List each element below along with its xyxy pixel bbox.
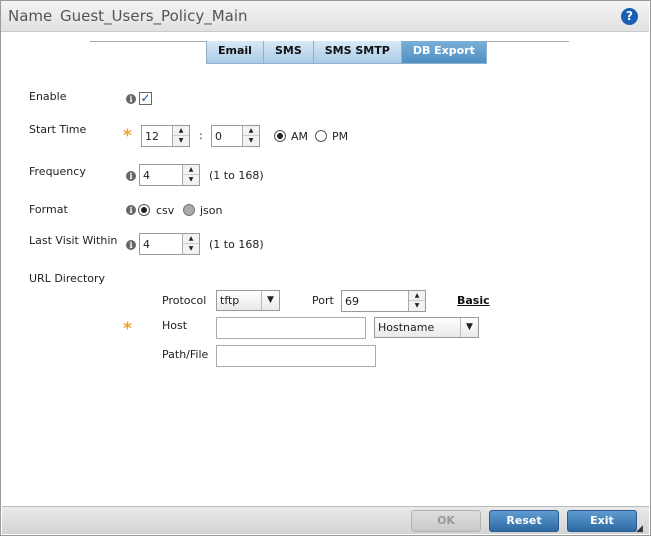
spinner-down-icon[interactable]: ▼ [409,301,425,311]
spinner-arrows: ▲ ▼ [182,165,199,185]
spinner-arrows: ▲ ▼ [242,126,259,146]
spinner-up-icon[interactable]: ▲ [243,126,259,136]
last-visit-label: Last Visit Within [29,234,118,247]
port-label: Port [312,294,334,307]
json-label: json [200,204,223,217]
tab-sms[interactable]: SMS [262,41,314,64]
path-file-input[interactable] [216,345,376,367]
policy-name-label: Name [8,7,53,25]
last-visit-range: (1 to 168) [209,238,264,251]
frequency-spinner[interactable]: 4 ▲ ▼ [139,164,200,186]
dialog-frame [0,0,651,536]
reset-button[interactable]: Reset [489,510,559,532]
required-star-icon: * [123,319,132,339]
spinner-down-icon[interactable]: ▼ [183,244,199,254]
spinner-up-icon[interactable]: ▲ [183,234,199,244]
csv-label: csv [156,204,175,217]
basic-link[interactable]: Basic [457,294,490,307]
start-time-label: Start Time [29,123,87,136]
frequency-range: (1 to 168) [209,169,264,182]
start-minute-spinner[interactable]: 0 ▲ ▼ [211,125,260,147]
spinner-up-icon[interactable]: ▲ [173,126,189,136]
format-label: Format [29,203,68,216]
spinner-arrows: ▲ ▼ [182,234,199,254]
port-spinner[interactable]: 69 ▲ ▼ [341,290,426,312]
path-file-label: Path/File [162,348,209,361]
protocol-label: Protocol [162,294,207,307]
policy-name-value: Guest_Users_Policy_Main [60,7,248,25]
protocol-value: tftp [220,294,240,307]
info-icon: i [126,240,136,250]
title-bar: Name Guest_Users_Policy_Main ? [1,1,649,32]
json-radio[interactable] [183,204,195,216]
spinner-down-icon[interactable]: ▼ [173,136,189,146]
frequency-value: 4 [143,169,150,182]
protocol-select[interactable]: tftp ▼ [216,290,280,311]
start-minute-value: 0 [215,130,222,143]
info-icon: i [126,94,136,104]
enable-checkbox[interactable]: ✓ [139,92,152,105]
host-type-value: Hostname [378,321,435,334]
csv-radio[interactable] [138,204,150,216]
host-type-select[interactable]: Hostname ▼ [374,317,479,338]
am-label: AM [291,130,309,143]
info-icon: i [126,171,136,181]
spinner-up-icon[interactable]: ▲ [183,165,199,175]
ok-button[interactable]: OK [411,510,481,532]
frequency-label: Frequency [29,165,86,178]
tab-email[interactable]: Email [206,41,264,64]
start-hour-value: 12 [145,130,159,143]
required-star-icon: * [123,126,132,146]
last-visit-spinner[interactable]: 4 ▲ ▼ [139,233,200,255]
spinner-arrows: ▲ ▼ [408,291,425,311]
info-icon: i [126,205,136,215]
spinner-down-icon[interactable]: ▼ [243,136,259,146]
start-hour-spinner[interactable]: 12 ▲ ▼ [141,125,190,147]
time-separator: : [199,129,203,142]
tab-db-export[interactable]: DB Export [400,41,487,64]
chevron-down-icon: ▼ [460,318,478,337]
tab-bar: Email SMS SMS SMTP DB Export [206,41,487,64]
port-value: 69 [345,295,359,308]
last-visit-value: 4 [143,238,150,251]
help-icon[interactable]: ? [621,8,638,25]
host-label: Host [162,319,188,332]
resize-handle-icon[interactable]: ◢ [636,524,643,534]
spinner-up-icon[interactable]: ▲ [409,291,425,301]
pm-radio[interactable] [315,130,327,142]
chevron-down-icon: ▼ [261,291,279,310]
exit-button[interactable]: Exit [567,510,637,532]
enable-label: Enable [29,90,67,103]
spinner-arrows: ▲ ▼ [172,126,189,146]
host-input[interactable] [216,317,366,339]
am-radio[interactable] [274,130,286,142]
tab-sms-smtp[interactable]: SMS SMTP [312,41,402,64]
spinner-down-icon[interactable]: ▼ [183,175,199,185]
url-directory-label: URL Directory [29,272,106,285]
pm-label: PM [332,130,349,143]
